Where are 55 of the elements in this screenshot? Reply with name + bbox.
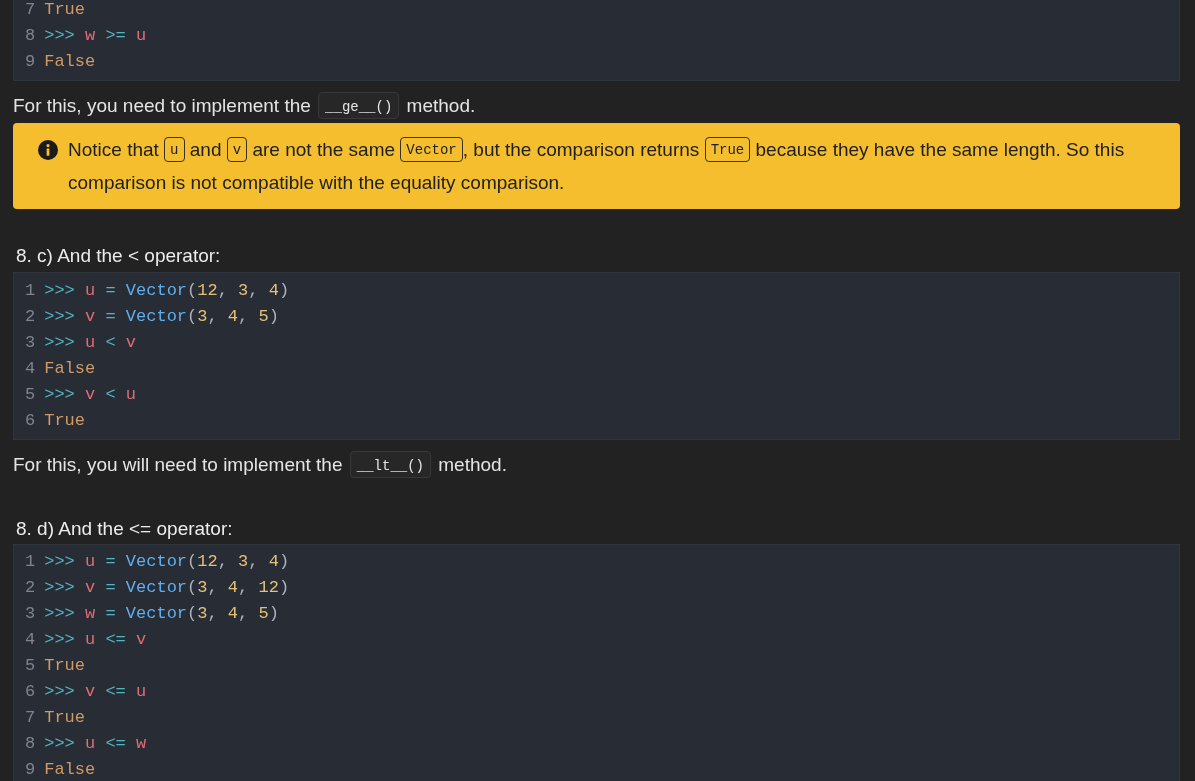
section-heading: 8. d) And the <= operator: xyxy=(16,518,233,539)
line-number: 1 xyxy=(25,551,36,573)
code-line: >>> u <= v xyxy=(44,629,147,651)
line-number: 5 xyxy=(25,384,36,406)
code-line: >>> v <= u xyxy=(44,681,147,703)
inline-code: True xyxy=(704,137,751,163)
line-number: 6 xyxy=(25,681,36,703)
line-number: 8 xyxy=(25,733,36,755)
code-line: >>> w = Vector(3, 4, 5) xyxy=(44,603,279,625)
paragraph-text: For this, you need to implement the xyxy=(13,95,311,116)
inline-code: __ge__() xyxy=(318,92,400,120)
code-line: False xyxy=(44,51,96,73)
code-line: >>> v < u xyxy=(44,384,137,406)
line-number: 2 xyxy=(25,306,36,328)
paragraph-text: method. xyxy=(406,95,476,116)
line-number: 5 xyxy=(25,655,36,677)
note-text: , but the comparison returns xyxy=(462,139,700,160)
code-line: True xyxy=(44,410,85,432)
inline-code: v xyxy=(226,137,248,163)
line-number: 9 xyxy=(25,51,36,73)
line-number: 4 xyxy=(25,629,36,651)
section-heading: 8. c) And the < operator: xyxy=(16,245,221,266)
line-number: 8 xyxy=(25,25,36,47)
note-text: because they have the same length. So this xyxy=(755,139,1125,160)
code-line: True xyxy=(44,707,85,729)
info-icon xyxy=(38,140,58,160)
paragraph-text: For this, you will need to implement the xyxy=(13,454,343,475)
inline-code: u xyxy=(164,137,185,163)
line-number: 9 xyxy=(25,759,36,781)
code-line: >>> v = Vector(3, 4, 5) xyxy=(44,306,279,328)
line-number: 4 xyxy=(25,358,36,380)
paragraph-text: method. xyxy=(438,454,507,475)
line-number: 7 xyxy=(25,707,36,729)
code-line: >>> u < v xyxy=(44,332,137,354)
code-line: >>> u = Vector(12, 3, 4) xyxy=(44,280,290,302)
code-line: True xyxy=(44,0,85,21)
note-text: comparison is not compatible with the equality comparison. xyxy=(68,172,565,193)
note-text: Notice that xyxy=(68,139,159,160)
code-line: True xyxy=(44,655,85,677)
code-line: False xyxy=(44,358,96,380)
code-line: >>> u <= w xyxy=(44,733,147,755)
line-number: 3 xyxy=(25,332,36,354)
code-line: >>> w >= u xyxy=(44,25,147,47)
note-text: and xyxy=(189,139,222,160)
code-line: False xyxy=(44,759,96,781)
code-line: >>> u = Vector(12, 3, 4) xyxy=(44,551,290,573)
line-number: 1 xyxy=(25,280,36,302)
line-number: 2 xyxy=(25,577,36,599)
inline-code: __lt__() xyxy=(349,451,431,479)
note-text: are not the same xyxy=(252,139,396,160)
line-number: 6 xyxy=(25,410,36,432)
inline-code: Vector xyxy=(400,137,463,163)
line-number: 7 xyxy=(25,0,36,21)
line-number: 3 xyxy=(25,603,36,625)
code-line: >>> v = Vector(3, 4, 12) xyxy=(44,577,290,599)
